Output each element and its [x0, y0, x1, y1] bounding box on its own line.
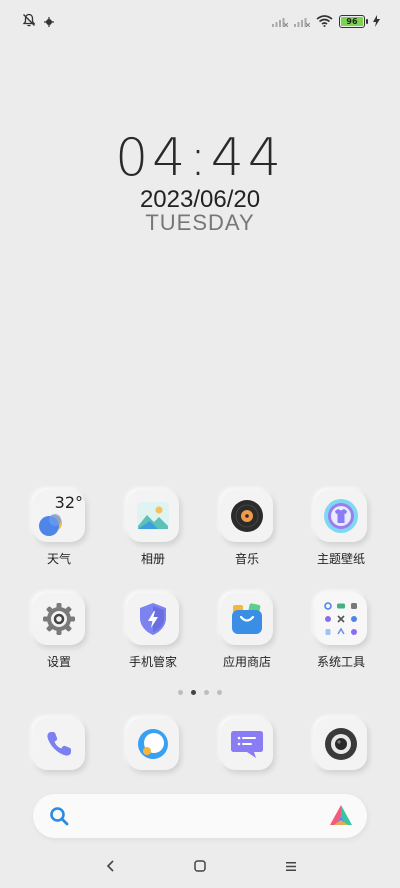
app-label: 设置: [46, 655, 71, 669]
back-icon[interactable]: [99, 854, 123, 878]
app-label: 应用商店: [222, 655, 271, 669]
weather-icon: 32°: [33, 490, 85, 542]
themes-icon: [315, 490, 367, 542]
battery-icon: 96: [339, 15, 368, 28]
app-label: 手机管家: [128, 655, 177, 669]
app-store-icon: [221, 593, 273, 645]
search-icon[interactable]: [49, 806, 69, 830]
wifi-icon: [316, 12, 333, 31]
app-label: 主题壁纸: [316, 552, 365, 566]
app-gallery[interactable]: 相册: [113, 490, 193, 567]
system-tools-folder-icon: [315, 593, 367, 645]
settings-icon: [33, 593, 85, 645]
dock-phone[interactable]: [19, 718, 99, 770]
app-store[interactable]: 应用商店: [207, 593, 287, 670]
home-icon[interactable]: [188, 854, 212, 878]
dock-messages[interactable]: [207, 718, 287, 770]
camera-icon: [315, 718, 367, 770]
page-dot[interactable]: [217, 690, 222, 695]
app-security[interactable]: 手机管家: [113, 593, 193, 670]
dock-camera[interactable]: [301, 718, 381, 770]
signal-icon: [294, 12, 311, 31]
folder-system-tools[interactable]: 系统工具: [301, 593, 381, 670]
clock-widget[interactable]: 04:44 2023/06/20 TUESDAY: [0, 128, 400, 236]
app-themes[interactable]: 主题壁纸: [301, 490, 381, 567]
search-bar[interactable]: [33, 794, 367, 838]
app-weather[interactable]: 32° 天气: [19, 490, 99, 567]
recents-menu-icon[interactable]: [279, 854, 303, 878]
clock-time: 04:44: [115, 128, 285, 188]
charging-icon: [373, 12, 380, 31]
page-indicator[interactable]: [0, 690, 400, 695]
dock-browser[interactable]: [113, 718, 193, 770]
wechat-icon: [44, 12, 54, 31]
page-dot-current[interactable]: [191, 690, 196, 695]
signal-icon: [272, 12, 289, 31]
gallery-icon: [127, 490, 179, 542]
app-label: 系统工具: [316, 655, 365, 669]
app-label: 相册: [140, 552, 165, 566]
navigation-bar: [0, 850, 400, 880]
app-label: 天气: [46, 552, 71, 566]
security-icon: [127, 593, 179, 645]
music-icon: [221, 490, 273, 542]
app-label: 音乐: [234, 552, 259, 566]
weather-temperature: 32°: [54, 493, 83, 512]
messages-icon: [221, 718, 273, 770]
status-bar: 96: [0, 0, 400, 40]
phone-icon: [33, 718, 85, 770]
assistant-logo-icon[interactable]: [329, 804, 353, 832]
page-dot[interactable]: [204, 690, 209, 695]
app-music[interactable]: 音乐: [207, 490, 287, 567]
browser-icon: [127, 718, 179, 770]
app-settings[interactable]: 设置: [19, 593, 99, 670]
page-dot[interactable]: [178, 690, 183, 695]
battery-level: 96: [346, 17, 358, 26]
notifications-muted-icon: [22, 12, 36, 31]
clock-day: TUESDAY: [145, 210, 255, 235]
